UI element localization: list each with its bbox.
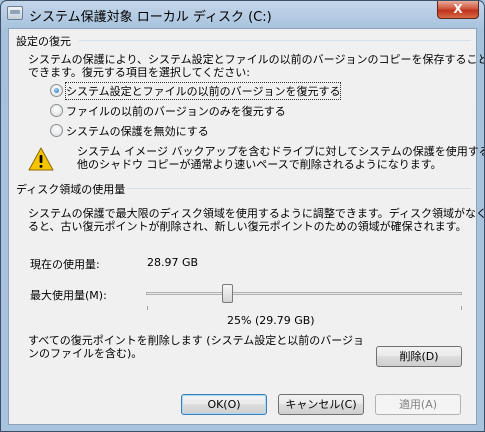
ok-button[interactable]: OK(O)	[181, 394, 267, 415]
window-title: システム保護対象 ローカル ディスク (C:)	[29, 10, 272, 25]
title-bar[interactable]: システム保護対象 ローカル ディスク (C:) X	[1, 1, 484, 28]
radio-restore-files-only[interactable]	[50, 104, 63, 117]
slider-tick	[147, 306, 148, 310]
max-usage-slider-track[interactable]	[146, 292, 462, 295]
apply-button[interactable]: 適用(A)	[375, 394, 461, 415]
delete-description-line2: ンのファイルを含む)。	[28, 347, 143, 360]
current-usage-label: 現在の使用量:	[30, 258, 100, 271]
dialog-window: システム保護対象 ローカル ディスク (C:) X 設定の復元 システムの保護に…	[0, 0, 485, 432]
warning-triangle-icon	[28, 147, 54, 171]
slider-tick	[461, 306, 462, 310]
section-divider	[79, 40, 471, 41]
disk-usage-heading: ディスク領域の使用量	[16, 183, 126, 196]
radio-disable-protection[interactable]	[50, 124, 63, 137]
radio-restore-system-and-files[interactable]	[50, 84, 63, 97]
disk-usage-description-line2: ると、古い復元ポイントが削除され、新しい復元ポイントのための領域が確保されます。	[28, 220, 467, 233]
section-divider	[127, 188, 471, 189]
drive-icon	[7, 6, 23, 20]
current-usage-value: 28.97 GB	[147, 256, 199, 269]
max-usage-label: 最大使用量(M):	[30, 289, 107, 302]
warning-text-line2: 他のシャドウ コピーが通常より速いペースで削除されるようになります。	[77, 158, 442, 171]
cancel-button[interactable]: キャンセル(C)	[278, 394, 364, 415]
option-label-disable-protection[interactable]: システムの保護を無効にする	[66, 123, 209, 139]
max-usage-slider-thumb[interactable]	[222, 284, 234, 303]
option-label-restore-system-and-files[interactable]: システム設定とファイルの以前のバージョンを復元する	[64, 82, 342, 100]
max-usage-readout: 25% (29.79 GB)	[227, 314, 315, 327]
restore-description-line2: できます。復元する項目を選択してください:	[28, 66, 250, 79]
dialog-client-area: 設定の復元 システムの保護により、システム設定とファイルの以前のバージョンのコピ…	[8, 28, 484, 425]
delete-restore-points-button[interactable]: 削除(D)	[376, 346, 462, 367]
restore-settings-heading: 設定の復元	[16, 35, 71, 48]
close-button[interactable]: X	[437, 1, 479, 19]
option-label-restore-files-only[interactable]: ファイルの以前のバージョンのみを復元する	[66, 103, 286, 119]
